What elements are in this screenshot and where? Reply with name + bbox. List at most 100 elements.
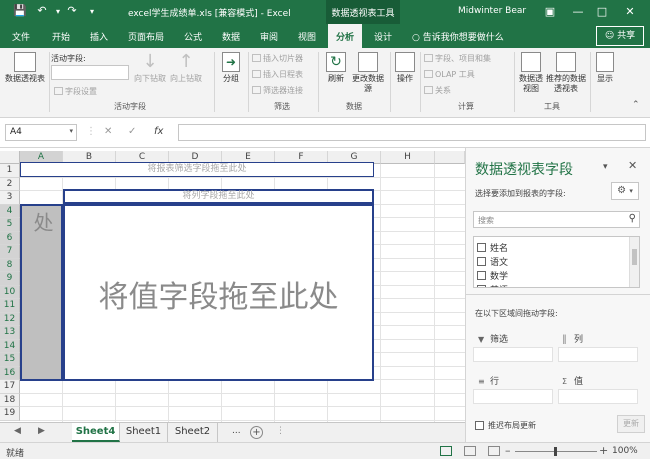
show-button[interactable]: 显示 [592, 52, 618, 84]
enter-icon[interactable]: ✓ [128, 126, 136, 137]
row-field-drop-area[interactable]: 将行字段拖至此处 [20, 204, 83, 381]
undo-icon[interactable]: ↶ [34, 4, 50, 17]
checkbox[interactable] [477, 285, 486, 287]
page-break-view-icon[interactable] [488, 446, 500, 456]
row-header-7[interactable]: 7 [0, 245, 20, 259]
checkbox[interactable] [477, 271, 486, 280]
row-header-1[interactable]: 1 [0, 164, 20, 178]
recommended-pivot-button[interactable]: 推荐的数据透视表 [546, 52, 586, 94]
sheet-scroll-handle-icon[interactable]: ⋮ [276, 426, 285, 436]
field-list-scrollbar[interactable] [629, 237, 639, 287]
filter-connections-button[interactable]: 筛选器连接 [252, 85, 303, 96]
function-icon[interactable]: fx [154, 126, 163, 137]
relationships-button[interactable]: 关系 [424, 85, 451, 96]
row-header-18[interactable]: 18 [0, 393, 20, 407]
row-header-10[interactable]: 10 [0, 285, 20, 299]
select-all-corner[interactable] [0, 151, 20, 164]
columns-area[interactable] [558, 347, 638, 362]
row-header-14[interactable]: 14 [0, 339, 20, 353]
value-field-drop-area[interactable]: 将值字段拖至此处 [63, 204, 374, 381]
field-item[interactable]: 姓名 [477, 241, 508, 254]
add-sheet-icon[interactable]: + [250, 426, 263, 439]
report-filter-drop-area[interactable]: 将报表筛选字段拖至此处 [20, 162, 374, 177]
collapse-ribbon-icon[interactable]: ⌃ [632, 100, 640, 110]
tab-design[interactable]: 设计 [374, 30, 392, 43]
worksheet-grid[interactable]: ABCDEFGH 1 2 3 4 5 6 7 8 9 10 11 12 13 14 15 16 17 18 19 将… [0, 148, 465, 422]
field-item[interactable]: 英语 [477, 283, 508, 287]
sheet-tab-sheet1[interactable]: Sheet1 [120, 423, 168, 442]
zoom-level[interactable]: 100% [612, 446, 638, 456]
tab-review[interactable]: 审阅 [260, 30, 278, 43]
tab-analyze[interactable]: 分析 [328, 24, 363, 48]
chevron-down-icon[interactable]: ▾ [69, 127, 73, 135]
olap-tools-button[interactable]: OLAP 工具 [424, 69, 475, 80]
column-field-drop-area[interactable]: 将列字段拖至此处 [63, 189, 374, 204]
tab-file[interactable]: 文件 [12, 30, 30, 43]
minimize-icon[interactable]: — [568, 3, 588, 21]
tab-home[interactable]: 开始 [52, 30, 70, 43]
tab-data[interactable]: 数据 [222, 30, 240, 43]
checkbox[interactable] [477, 257, 486, 266]
zoom-slider-thumb[interactable] [554, 447, 557, 456]
tell-me-search[interactable]: ○ 告诉我你想要做什么 [412, 30, 504, 43]
fields-items-sets-button[interactable]: 字段、项目和集 [424, 53, 491, 64]
more-sheets[interactable]: ... [232, 426, 241, 436]
row-header-16[interactable]: 16 [0, 366, 20, 380]
drill-up-button[interactable]: ↑ 向上钻取 [168, 52, 204, 84]
row-header-11[interactable]: 11 [0, 299, 20, 313]
user-name[interactable]: Midwinter Bear [458, 6, 526, 16]
change-source-button[interactable]: 更改数据源 [350, 52, 386, 94]
row-header-5[interactable]: 5 [0, 218, 20, 232]
sheet-tab-sheet2[interactable]: Sheet2 [168, 423, 218, 442]
sheet-tab-sheet4[interactable]: Sheet4 [72, 423, 120, 442]
row-header-12[interactable]: 12 [0, 312, 20, 326]
active-field-input[interactable] [51, 65, 129, 80]
redo-icon[interactable]: ↷ [64, 4, 80, 17]
insert-timeline-button[interactable]: 插入日程表 [252, 69, 303, 80]
pane-options-icon[interactable]: ▾ [603, 162, 608, 172]
field-item[interactable]: 语文 [477, 255, 508, 268]
checkbox[interactable] [477, 243, 486, 252]
tab-insert[interactable]: 插入 [90, 30, 108, 43]
insert-slicer-button[interactable]: 插入切片器 [252, 53, 303, 64]
row-header-13[interactable]: 13 [0, 326, 20, 340]
row-header-8[interactable]: 8 [0, 258, 20, 272]
field-search-input[interactable]: 搜索 ⚲ [473, 211, 640, 228]
close-pane-icon[interactable]: ✕ [628, 159, 637, 172]
customize-icon[interactable]: ▾ [84, 7, 100, 16]
refresh-button[interactable]: ↻ 刷新 [322, 52, 350, 84]
name-box[interactable]: A4 ▾ [5, 124, 77, 141]
ribbon-display-icon[interactable]: ▣ [540, 3, 560, 21]
row-header-19[interactable]: 19 [0, 407, 20, 421]
field-item[interactable]: 数学 [477, 269, 508, 282]
group-button[interactable]: ➜ 分组 [218, 52, 244, 84]
save-icon[interactable]: 💾 [12, 4, 28, 17]
defer-update-checkbox[interactable] [475, 421, 484, 430]
formula-input[interactable] [178, 124, 646, 141]
rows-area[interactable] [473, 389, 553, 404]
close-icon[interactable]: ✕ [620, 3, 640, 21]
tab-formulas[interactable]: 公式 [184, 30, 202, 43]
row-header-15[interactable]: 15 [0, 353, 20, 367]
row-header-6[interactable]: 6 [0, 231, 20, 245]
pane-divider[interactable] [466, 294, 650, 295]
drill-down-button[interactable]: ↓ 向下钻取 [132, 52, 168, 84]
row-header-2[interactable]: 2 [0, 177, 20, 191]
row-header-9[interactable]: 9 [0, 272, 20, 286]
row-header-4[interactable]: 4 [0, 204, 20, 218]
pivot-chart-button[interactable]: 数据透视图 [516, 52, 546, 94]
page-layout-view-icon[interactable] [464, 446, 476, 456]
filters-area[interactable] [473, 347, 553, 362]
tools-button[interactable]: ⚙ ▾ [611, 182, 639, 200]
update-button[interactable]: 更新 [617, 415, 645, 433]
pivot-table-button[interactable]: 数据透视表 [3, 52, 47, 84]
field-settings-button[interactable]: 字段设置 [54, 86, 97, 97]
row-header-17[interactable]: 17 [0, 380, 20, 394]
values-area[interactable] [558, 389, 638, 404]
row-header-3[interactable]: 3 [0, 191, 20, 205]
next-sheet-icon[interactable]: ▶ [38, 426, 45, 436]
zoom-in-icon[interactable]: + [599, 444, 608, 457]
actions-button[interactable]: 操作 [392, 52, 418, 84]
restore-icon[interactable]: □ [592, 3, 612, 21]
tab-view[interactable]: 视图 [298, 30, 316, 43]
